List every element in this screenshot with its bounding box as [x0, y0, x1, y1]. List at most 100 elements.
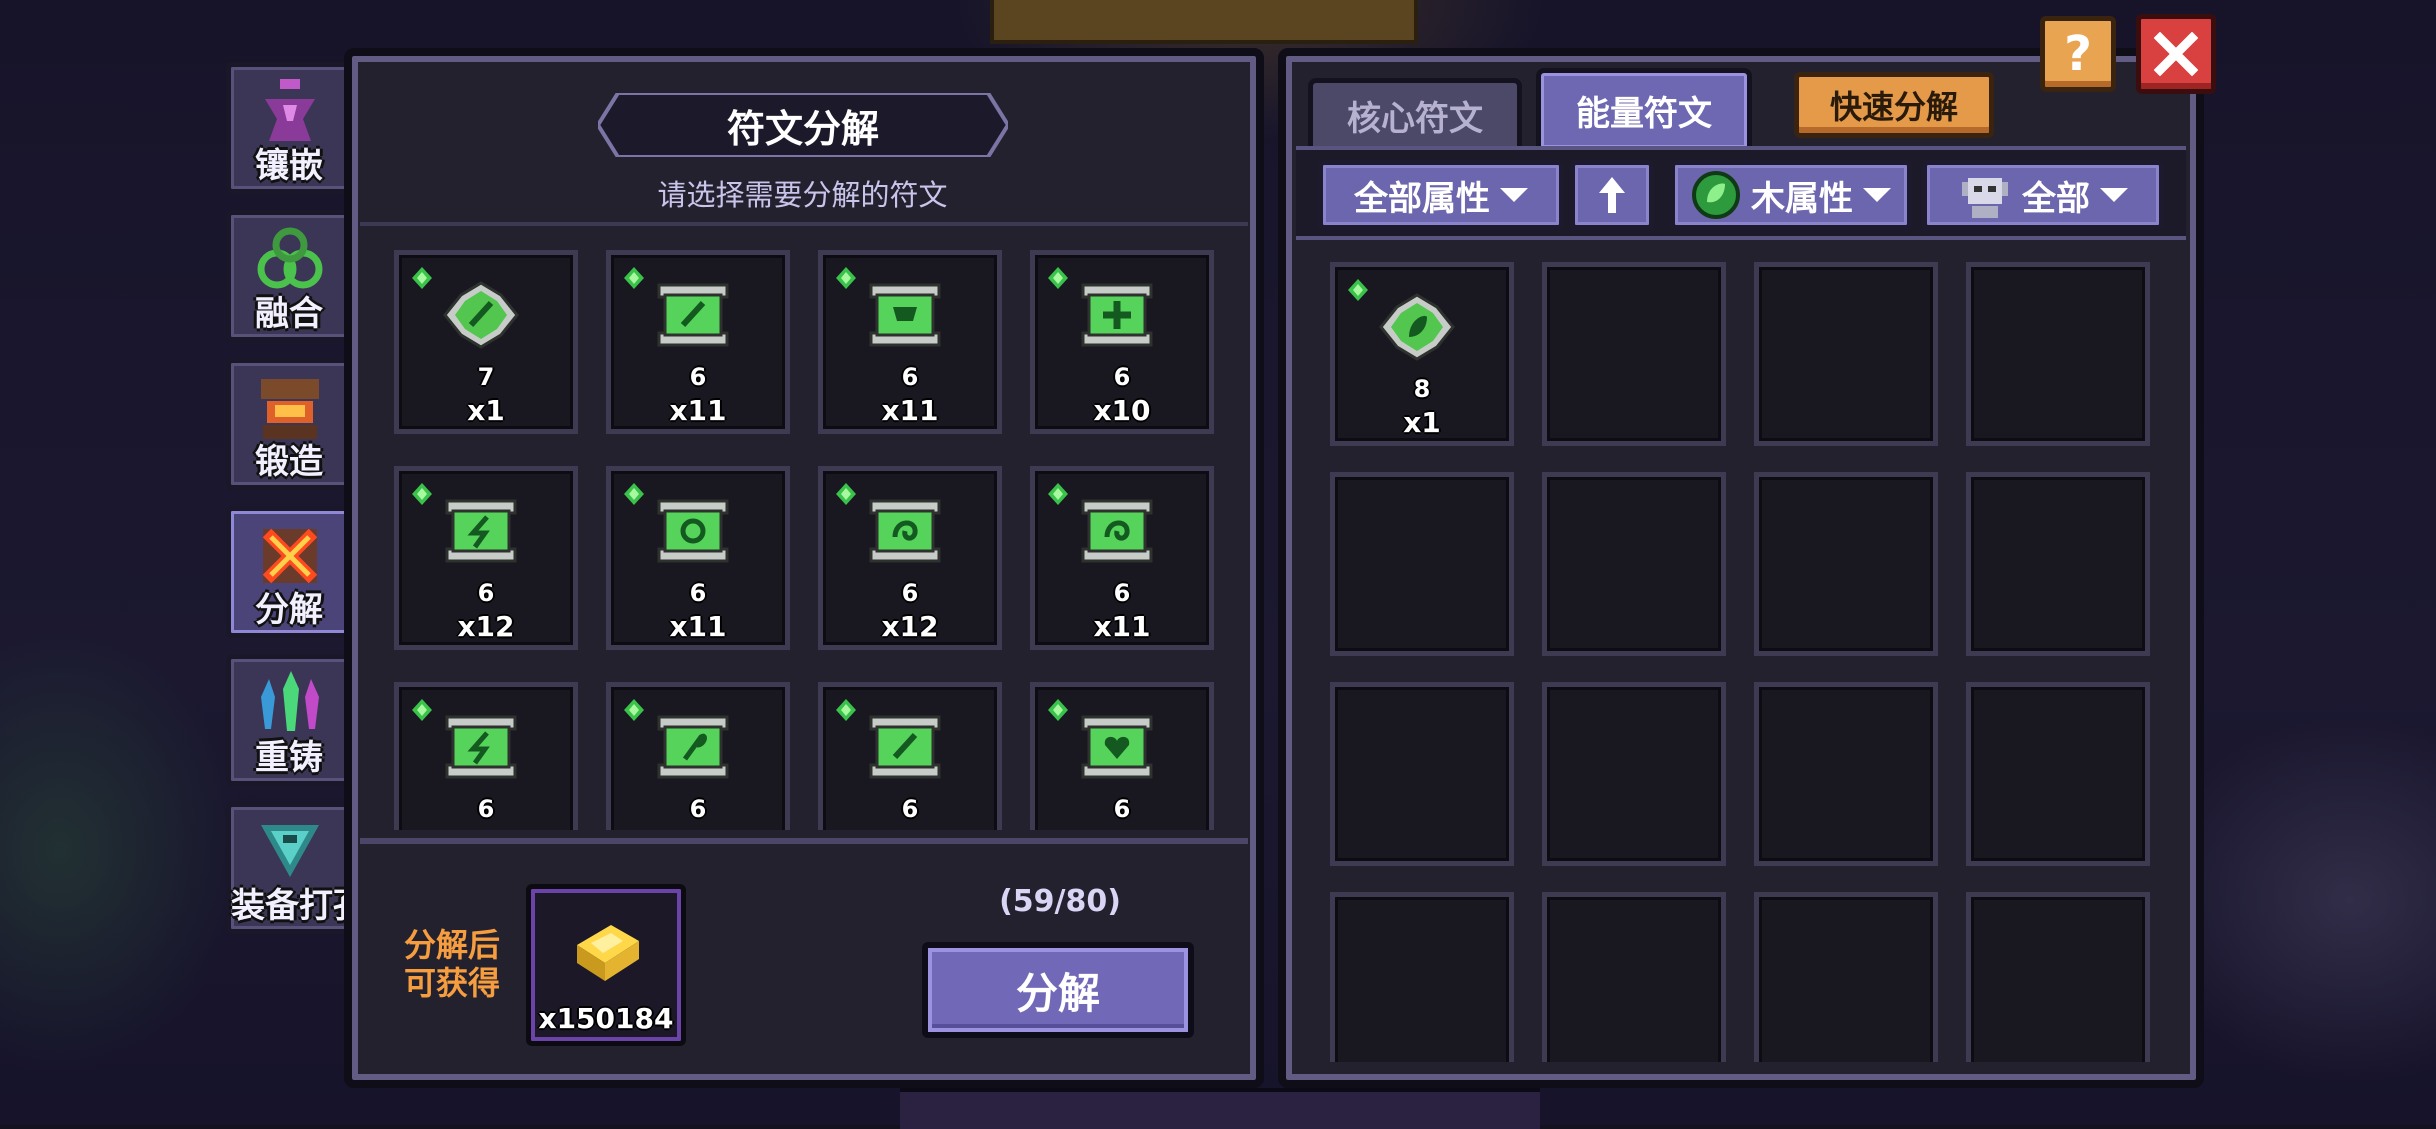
rune-slot[interactable]: 6	[606, 682, 790, 830]
empty-slot[interactable]	[1330, 472, 1514, 656]
arrow-up-icon	[1599, 177, 1625, 213]
rune-slot[interactable]: 6	[394, 682, 578, 830]
empty-slot[interactable]	[1754, 892, 1938, 1062]
empty-slot[interactable]	[1754, 682, 1938, 866]
wood-gem-icon	[409, 265, 435, 295]
tab-core-runes[interactable]: 核心符文	[1308, 78, 1522, 148]
empty-slot[interactable]	[1966, 262, 2150, 446]
rune-slot[interactable]: 6	[1030, 682, 1214, 830]
reward-label-line: 可获得	[403, 964, 500, 1002]
rune-qty: x11	[1093, 610, 1151, 643]
wood-gem-icon	[833, 265, 859, 295]
rune-level: 6	[901, 363, 919, 391]
rune-level: 8	[1413, 375, 1431, 403]
element-filter-label: 木属性	[1751, 178, 1853, 219]
rune-slot[interactable]: 6	[818, 682, 1002, 830]
wood-gem-icon	[621, 265, 647, 295]
wood-gem-icon	[409, 697, 435, 727]
decompose-button[interactable]: 分解	[922, 942, 1194, 1038]
wood-gem-icon	[833, 481, 859, 511]
rune-level: 6	[689, 363, 707, 391]
wood-gem-icon	[409, 481, 435, 511]
rune-level: 6	[689, 579, 707, 607]
side-tab-label: 重铸	[255, 738, 323, 778]
reward-qty: x150184	[538, 1002, 674, 1035]
empty-slot[interactable]	[1754, 262, 1938, 446]
wood-gem-icon	[621, 481, 647, 511]
side-tab-inlay[interactable]: 镶嵌	[226, 62, 352, 194]
rune-qty: x1	[1403, 406, 1441, 439]
reward-label-line: 分解后	[403, 926, 500, 964]
rune-slot[interactable]: 6 x12	[394, 466, 578, 650]
empty-slot[interactable]	[1330, 682, 1514, 866]
robot-icon	[1962, 178, 2008, 218]
side-tab-decompose[interactable]: 分解	[226, 506, 352, 638]
rune-level: 6	[689, 795, 707, 823]
divider	[360, 838, 1248, 844]
background-floor	[900, 1088, 1540, 1129]
chevron-down-icon	[1500, 188, 1528, 202]
rune-level: 6	[901, 579, 919, 607]
rune-slot[interactable]: 6 x11	[606, 466, 790, 650]
chevron-down-icon	[1863, 188, 1891, 202]
wood-gem-icon	[833, 697, 859, 727]
empty-slot[interactable]	[1966, 472, 2150, 656]
rune-slot[interactable]: 6 x11	[1030, 466, 1214, 650]
rune-qty: x10	[1093, 394, 1151, 427]
attribute-filter-dropdown[interactable]: 全部属性	[1318, 160, 1564, 230]
side-tab-fusion[interactable]: 融合	[226, 210, 352, 342]
rune-grid: 7 x1 6 x11 6 x11 6 x10 6 x12 6 x11 6 x12 6 x11 6 6 6 6	[394, 250, 1224, 830]
rune-qty: x11	[881, 394, 939, 427]
inventory-slot[interactable]: 8 x1	[1330, 262, 1514, 446]
rune-level: 6	[1113, 363, 1131, 391]
empty-slot[interactable]	[1542, 472, 1726, 656]
reward-label: 分解后 可获得	[392, 926, 512, 1002]
side-tab-label: 锻造	[255, 442, 323, 482]
wood-gem-icon	[621, 697, 647, 727]
type-filter-dropdown[interactable]: 全部	[1922, 160, 2164, 230]
rune-slot[interactable]: 6 x11	[818, 250, 1002, 434]
sort-order-button[interactable]	[1570, 160, 1654, 230]
empty-slot[interactable]	[1754, 472, 1938, 656]
side-tab-recast[interactable]: 重铸	[226, 654, 352, 786]
rune-slot[interactable]: 7 x1	[394, 250, 578, 434]
gold-ingot-icon	[577, 925, 639, 981]
rune-level: 6	[901, 795, 919, 823]
panel-subtitle: 请选择需要分解的符文	[657, 178, 948, 212]
empty-slot[interactable]	[1542, 262, 1726, 446]
empty-slot[interactable]	[1542, 682, 1726, 866]
rune-qty: x1	[467, 394, 505, 427]
rune-level: 6	[1113, 795, 1131, 823]
rune-slot[interactable]: 6 x12	[818, 466, 1002, 650]
empty-slot[interactable]	[1966, 682, 2150, 866]
empty-slot[interactable]	[1330, 892, 1514, 1062]
quick-decompose-button[interactable]: 快速分解	[1794, 72, 1994, 138]
side-tab-label: 镶嵌	[255, 146, 323, 186]
chevron-down-icon	[2100, 188, 2128, 202]
rune-qty: x11	[669, 610, 727, 643]
empty-slot[interactable]	[1966, 892, 2150, 1062]
help-button[interactable]: ?	[2040, 16, 2116, 92]
attribute-filter-label: 全部属性	[1354, 178, 1490, 219]
rune-qty: x11	[669, 394, 727, 427]
rune-qty: x12	[881, 610, 939, 643]
divider	[360, 222, 1248, 226]
inventory-grid: 8 x1	[1330, 262, 2160, 1062]
wood-gem-icon	[1045, 265, 1071, 295]
wood-gem-icon	[1345, 277, 1371, 307]
side-tab-label: 融合	[255, 294, 323, 334]
panel-title-text: 符文分解	[726, 106, 879, 151]
side-tab-socket-punch[interactable]: 装备打孔	[226, 802, 367, 934]
reward-slot: x150184	[526, 884, 686, 1046]
rune-slot[interactable]: 6 x11	[606, 250, 790, 434]
tab-energy-runes[interactable]: 能量符文	[1536, 68, 1752, 148]
side-tab-forge[interactable]: 锻造	[226, 358, 352, 490]
rune-level: 6	[477, 795, 495, 823]
background-sign	[990, 0, 1418, 44]
empty-slot[interactable]	[1542, 892, 1726, 1062]
rune-slot[interactable]: 6 x10	[1030, 250, 1214, 434]
side-tab-label: 分解	[255, 590, 323, 630]
wood-gem-icon	[1045, 481, 1071, 511]
close-button[interactable]	[2136, 14, 2216, 94]
element-filter-dropdown[interactable]: 木属性	[1670, 160, 1912, 230]
